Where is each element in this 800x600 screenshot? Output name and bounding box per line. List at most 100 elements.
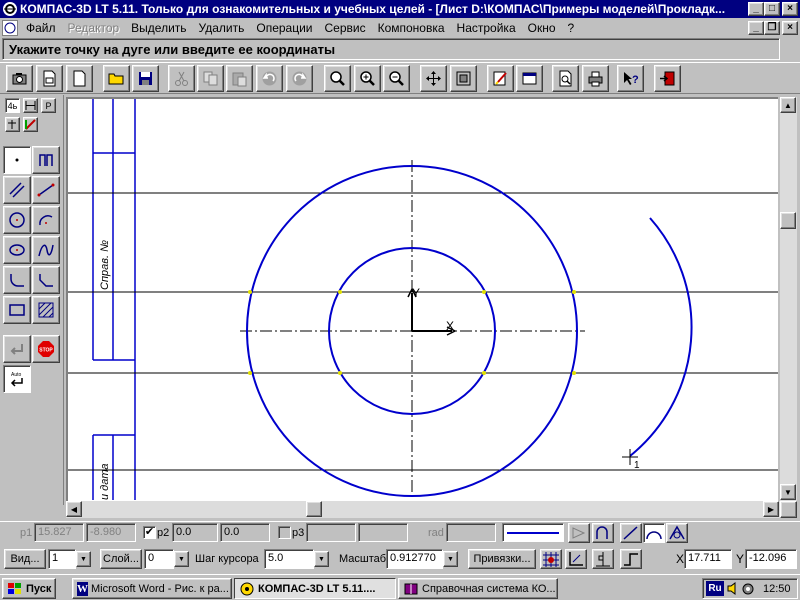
ellipse-tool-icon[interactable] — [3, 236, 31, 264]
maximize-button[interactable]: □ — [764, 2, 780, 16]
taskbar-item-word[interactable]: W Microsoft Word - Рис. к ра... — [72, 578, 232, 599]
redo-icon[interactable] — [286, 65, 313, 92]
local-cs-icon[interactable] — [565, 549, 587, 569]
doc-close-button[interactable]: × — [782, 21, 798, 35]
camera-icon[interactable] — [6, 65, 33, 92]
grid-icon[interactable] — [540, 549, 562, 569]
taskbar-item-help[interactable]: Справочная система КО... — [398, 578, 558, 599]
zoom-window-icon[interactable] — [324, 65, 351, 92]
paste-icon[interactable] — [226, 65, 253, 92]
round-mode-icon[interactable] — [620, 549, 642, 569]
segment-tool-icon[interactable] — [32, 176, 60, 204]
horizontal-scroll-thumb[interactable] — [306, 501, 322, 517]
menu-window[interactable]: Окно — [522, 21, 562, 35]
scroll-up-icon[interactable]: ▲ — [780, 97, 796, 113]
zoom-out-icon[interactable] — [383, 65, 410, 92]
copy-icon[interactable] — [197, 65, 224, 92]
arc-mode-icon[interactable] — [643, 523, 665, 543]
undo-icon[interactable] — [256, 65, 283, 92]
segment-mode-icon[interactable] — [620, 523, 642, 543]
start-button[interactable]: Пуск — [2, 578, 56, 599]
ortho-icon[interactable] — [592, 549, 614, 569]
refresh-icon[interactable] — [487, 65, 514, 92]
menu-file[interactable]: Файл — [20, 21, 62, 35]
taskbar-item-kompas[interactable]: КОМПАС-3D LT 5.11.... — [234, 578, 396, 599]
p1-x-field[interactable]: 15.827 — [34, 523, 84, 542]
enter-object-icon[interactable] — [3, 335, 31, 363]
p1-y-field[interactable]: -8.980 — [86, 523, 136, 542]
layer-dropdown-icon[interactable]: ▼ — [174, 551, 189, 567]
volume-icon[interactable] — [726, 581, 740, 596]
open-folder-icon[interactable] — [103, 65, 130, 92]
vertical-scrollbar[interactable]: ▲ ▼ — [780, 97, 797, 501]
close-button[interactable]: × — [782, 2, 798, 16]
vertical-scroll-thumb[interactable] — [780, 212, 796, 229]
y-coord-field[interactable]: -12.096 — [745, 549, 797, 569]
stop-icon[interactable]: STOP — [32, 335, 60, 363]
snaps-button[interactable]: Привязки... — [468, 549, 536, 569]
menu-help[interactable]: ? — [562, 21, 581, 35]
p2-checkbox[interactable]: ✔ — [143, 526, 156, 539]
arc-direction-2-icon[interactable] — [592, 523, 614, 543]
exit-icon[interactable] — [654, 65, 681, 92]
rectangle-tool-icon[interactable] — [3, 296, 31, 324]
scale-field[interactable]: 0.912770 — [386, 549, 443, 569]
scale-dropdown-icon[interactable]: ▼ — [443, 551, 458, 567]
view-button[interactable]: Вид... — [4, 549, 46, 569]
point-tool-icon[interactable] — [3, 146, 31, 174]
new-sheet-icon[interactable] — [36, 65, 63, 92]
tray-app-icon[interactable] — [741, 581, 755, 596]
p3-checkbox[interactable] — [278, 526, 291, 539]
select-tab-icon[interactable] — [23, 117, 38, 132]
fillet-tool-icon[interactable] — [3, 266, 31, 294]
language-indicator[interactable]: Ru — [706, 581, 724, 596]
show-all-icon[interactable] — [450, 65, 477, 92]
dimension-tab-icon[interactable] — [23, 98, 38, 113]
menu-delete[interactable]: Удалить — [193, 21, 251, 35]
doc-restore-button[interactable]: ❐ — [764, 21, 780, 35]
cut-icon[interactable] — [168, 65, 195, 92]
minimize-button[interactable]: _ — [748, 2, 764, 16]
zoom-in-icon[interactable] — [354, 65, 381, 92]
scroll-left-icon[interactable]: ◀ — [66, 501, 82, 517]
step-dropdown-icon[interactable]: ▼ — [314, 551, 329, 567]
auxiliary-line-tool-icon[interactable] — [32, 146, 60, 174]
window-icon[interactable] — [516, 65, 543, 92]
menu-layout[interactable]: Компоновка — [372, 21, 451, 35]
save-icon[interactable] — [132, 65, 159, 92]
context-help-icon[interactable]: ? — [617, 65, 644, 92]
view-field[interactable]: 1 — [48, 549, 76, 569]
tab-edit[interactable]: Р — [41, 98, 56, 113]
scroll-right-icon[interactable]: ▶ — [763, 501, 779, 517]
rad-field[interactable] — [446, 523, 496, 542]
doc-minimize-button[interactable]: _ — [748, 21, 764, 35]
menu-select[interactable]: Выделить — [125, 21, 192, 35]
arc-tool-icon[interactable] — [32, 206, 60, 234]
tab-geometry[interactable]: 4ь — [5, 98, 20, 113]
clock[interactable]: 12:50 — [763, 583, 791, 595]
x-coord-field[interactable]: 17.711 — [684, 549, 732, 569]
menu-operations[interactable]: Операции — [250, 21, 318, 35]
arc-direction-1-icon[interactable] — [568, 523, 590, 543]
hatch-tool-icon[interactable] — [32, 296, 60, 324]
p2-x-field[interactable]: 0.0 — [172, 523, 218, 542]
line-style-selector[interactable] — [502, 523, 564, 542]
p2-y-field[interactable]: 0.0 — [220, 523, 270, 542]
layer-field[interactable]: 0 — [144, 549, 174, 569]
p3-x-field[interactable] — [306, 523, 356, 542]
arc-object[interactable] — [629, 217, 693, 457]
menu-service[interactable]: Сервис — [319, 21, 372, 35]
print-icon[interactable] — [582, 65, 609, 92]
menu-settings[interactable]: Настройка — [451, 21, 522, 35]
document-icon[interactable] — [2, 20, 18, 36]
app-icon[interactable] — [2, 1, 18, 17]
pan-icon[interactable] — [420, 65, 447, 92]
print-preview-icon[interactable] — [552, 65, 579, 92]
spline-tool-icon[interactable] — [32, 236, 60, 264]
tangent-mode-icon[interactable] — [666, 523, 688, 543]
scroll-down-icon[interactable]: ▼ — [780, 484, 796, 500]
drawing-canvas[interactable]: Справ. № и дата Y X 1 — [66, 97, 778, 501]
horizontal-scrollbar[interactable]: ◀ ▶ — [66, 501, 780, 518]
p3-y-field[interactable] — [358, 523, 408, 542]
chamfer-tool-icon[interactable] — [32, 266, 60, 294]
